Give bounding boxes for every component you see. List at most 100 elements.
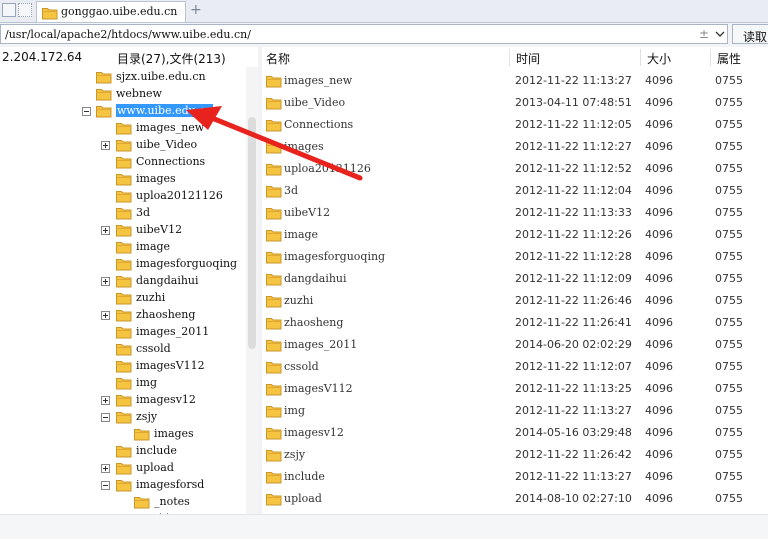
read-button[interactable]: 读取 (732, 24, 768, 44)
tree-item[interactable]: uibe_Video (0, 137, 246, 154)
tree-item[interactable]: imagesforsd (0, 477, 246, 494)
tree-item[interactable]: imagesforguoqing (0, 256, 246, 273)
tree-item[interactable]: sjzx.uibe.edu.cn (0, 69, 246, 86)
file-row[interactable]: uibeV12 2012-11-22 11:13:33 4096 0755 (262, 202, 768, 224)
folder-icon (96, 72, 112, 84)
column-time[interactable]: 时间 (516, 50, 540, 67)
chevron-down-icon[interactable] (715, 30, 725, 38)
tree-item[interactable]: img (0, 375, 246, 392)
folder-icon (266, 472, 282, 484)
expand-icon[interactable] (101, 226, 110, 235)
file-row[interactable]: upload 2014-08-10 02:27:10 4096 0755 (262, 488, 768, 510)
file-row[interactable]: imagesv12 2014-05-16 03:29:48 4096 0755 (262, 422, 768, 444)
file-row[interactable]: 3d 2012-11-22 11:12:04 4096 0755 (262, 180, 768, 202)
tree-item[interactable]: images (0, 171, 246, 188)
tree-item[interactable]: upload (0, 460, 246, 477)
path-input[interactable]: /usr/local/apache2/htdocs/www.uibe.edu.c… (0, 24, 728, 44)
panel-icon[interactable] (2, 3, 16, 17)
tree-item-label: images (136, 172, 176, 185)
file-time: 2012-11-22 11:26:46 (515, 294, 632, 307)
expand-icon[interactable] (101, 396, 110, 405)
file-time: 2012-11-22 11:12:26 (515, 228, 632, 241)
file-row[interactable]: img 2012-11-22 11:13:27 4096 0755 (262, 400, 768, 422)
file-size: 4096 (645, 294, 673, 307)
tree-scrollbar[interactable] (246, 67, 258, 514)
file-row[interactable]: uploa20121126 2012-11-22 11:12:52 4096 0755 (262, 158, 768, 180)
file-row[interactable]: Connections 2012-11-22 11:12:05 4096 0755 (262, 114, 768, 136)
folder-icon (266, 98, 282, 110)
folder-icon (266, 318, 282, 330)
file-row[interactable]: images_new 2012-11-22 11:13:27 4096 0755 (262, 70, 768, 92)
tree-item[interactable]: images_2011 (0, 324, 246, 341)
tree-item[interactable]: images (0, 426, 246, 443)
tab-gonggao[interactable]: gonggao.uibe.edu.cn (36, 1, 186, 22)
tree-item[interactable]: cssold (0, 341, 246, 358)
folder-icon (116, 463, 132, 475)
file-row[interactable]: images_2011 2014-06-20 02:02:29 4096 0755 (262, 334, 768, 356)
tree-item[interactable]: uploa20121126 (0, 188, 246, 205)
column-size[interactable]: 大小 (647, 50, 671, 67)
column-permissions[interactable]: 属性 (717, 50, 741, 67)
file-name: images (284, 140, 324, 153)
file-list: images_new 2012-11-22 11:13:27 4096 0755 uib… (262, 67, 768, 514)
column-divider[interactable] (710, 49, 711, 66)
tree-item[interactable]: 3d (0, 205, 246, 222)
tree-item-label: images_new (136, 121, 205, 134)
folder-icon (116, 310, 132, 322)
expand-icon[interactable] (101, 277, 110, 286)
file-row[interactable]: include 2012-11-22 11:13:27 4096 0755 (262, 466, 768, 488)
folder-icon (116, 191, 132, 203)
file-name: Connections (284, 118, 354, 131)
tree-item-label: zuzhi (136, 291, 166, 304)
collapse-icon[interactable] (101, 481, 110, 490)
file-row[interactable]: cssold 2012-11-22 11:12:07 4096 0755 (262, 356, 768, 378)
tree-item[interactable]: zuzhi (0, 290, 246, 307)
file-row[interactable]: zsjy 2012-11-22 11:26:42 4096 0755 (262, 444, 768, 466)
file-name: include (284, 470, 325, 483)
tree-item[interactable]: webnew (0, 86, 246, 103)
file-size: 4096 (645, 404, 673, 417)
column-divider[interactable] (509, 49, 510, 66)
file-size: 4096 (645, 140, 673, 153)
expand-icon[interactable] (101, 141, 110, 150)
tree-item[interactable]: zhaosheng (0, 307, 246, 324)
tree-item[interactable]: _notes (0, 494, 246, 511)
column-name[interactable]: 名称 (266, 50, 290, 67)
tree-item[interactable]: dangdaihui (0, 273, 246, 290)
add-tab-icon[interactable]: + (190, 2, 202, 18)
file-permissions: 0755 (715, 360, 743, 373)
file-row[interactable]: imagesforguoqing 2012-11-22 11:12:28 4096 0… (262, 246, 768, 268)
expand-icon[interactable] (101, 311, 110, 320)
bookmark-toggle-icon[interactable]: ± (699, 27, 709, 41)
tree-item[interactable]: include (0, 443, 246, 460)
file-row[interactable]: zhaosheng 2012-11-22 11:26:41 4096 0755 (262, 312, 768, 334)
file-row[interactable]: imagesV112 2012-11-22 11:13:25 4096 0755 (262, 378, 768, 400)
tree-item[interactable]: Connections (0, 154, 246, 171)
file-size: 4096 (645, 272, 673, 285)
file-permissions: 0755 (715, 74, 743, 87)
tree-item[interactable]: images_new (0, 120, 246, 137)
file-row[interactable]: zuzhi 2012-11-22 11:26:46 4096 0755 (262, 290, 768, 312)
file-row[interactable]: image 2012-11-22 11:12:26 4096 0755 (262, 224, 768, 246)
tree-item[interactable]: www.uibe.edu.cn (0, 103, 246, 120)
file-name: uploa20121126 (284, 162, 371, 175)
column-divider[interactable] (640, 49, 641, 66)
tree-scrollbar-thumb[interactable] (248, 117, 256, 349)
collapse-icon[interactable] (101, 413, 110, 422)
host-address: 2.204.172.64 (2, 50, 83, 64)
tree-item[interactable]: imagesV112 (0, 358, 246, 375)
file-permissions: 0755 (715, 118, 743, 131)
tree-item[interactable]: zsjy (0, 409, 246, 426)
file-row[interactable]: images 2012-11-22 11:12:27 4096 0755 (262, 136, 768, 158)
tree-item[interactable]: image (0, 239, 246, 256)
folder-icon (116, 259, 132, 271)
expand-icon[interactable] (101, 464, 110, 473)
new-blank-icon[interactable] (18, 3, 32, 17)
tree-count: 目录(27),文件(213) (117, 52, 226, 66)
collapse-icon[interactable] (82, 107, 91, 116)
tree-item[interactable]: uibeV12 (0, 222, 246, 239)
file-permissions: 0755 (715, 426, 743, 439)
file-row[interactable]: dangdaihui 2012-11-22 11:12:09 4096 0755 (262, 268, 768, 290)
tree-item[interactable]: imagesv12 (0, 392, 246, 409)
file-row[interactable]: uibe_Video 2013-04-11 07:48:51 4096 0755 (262, 92, 768, 114)
